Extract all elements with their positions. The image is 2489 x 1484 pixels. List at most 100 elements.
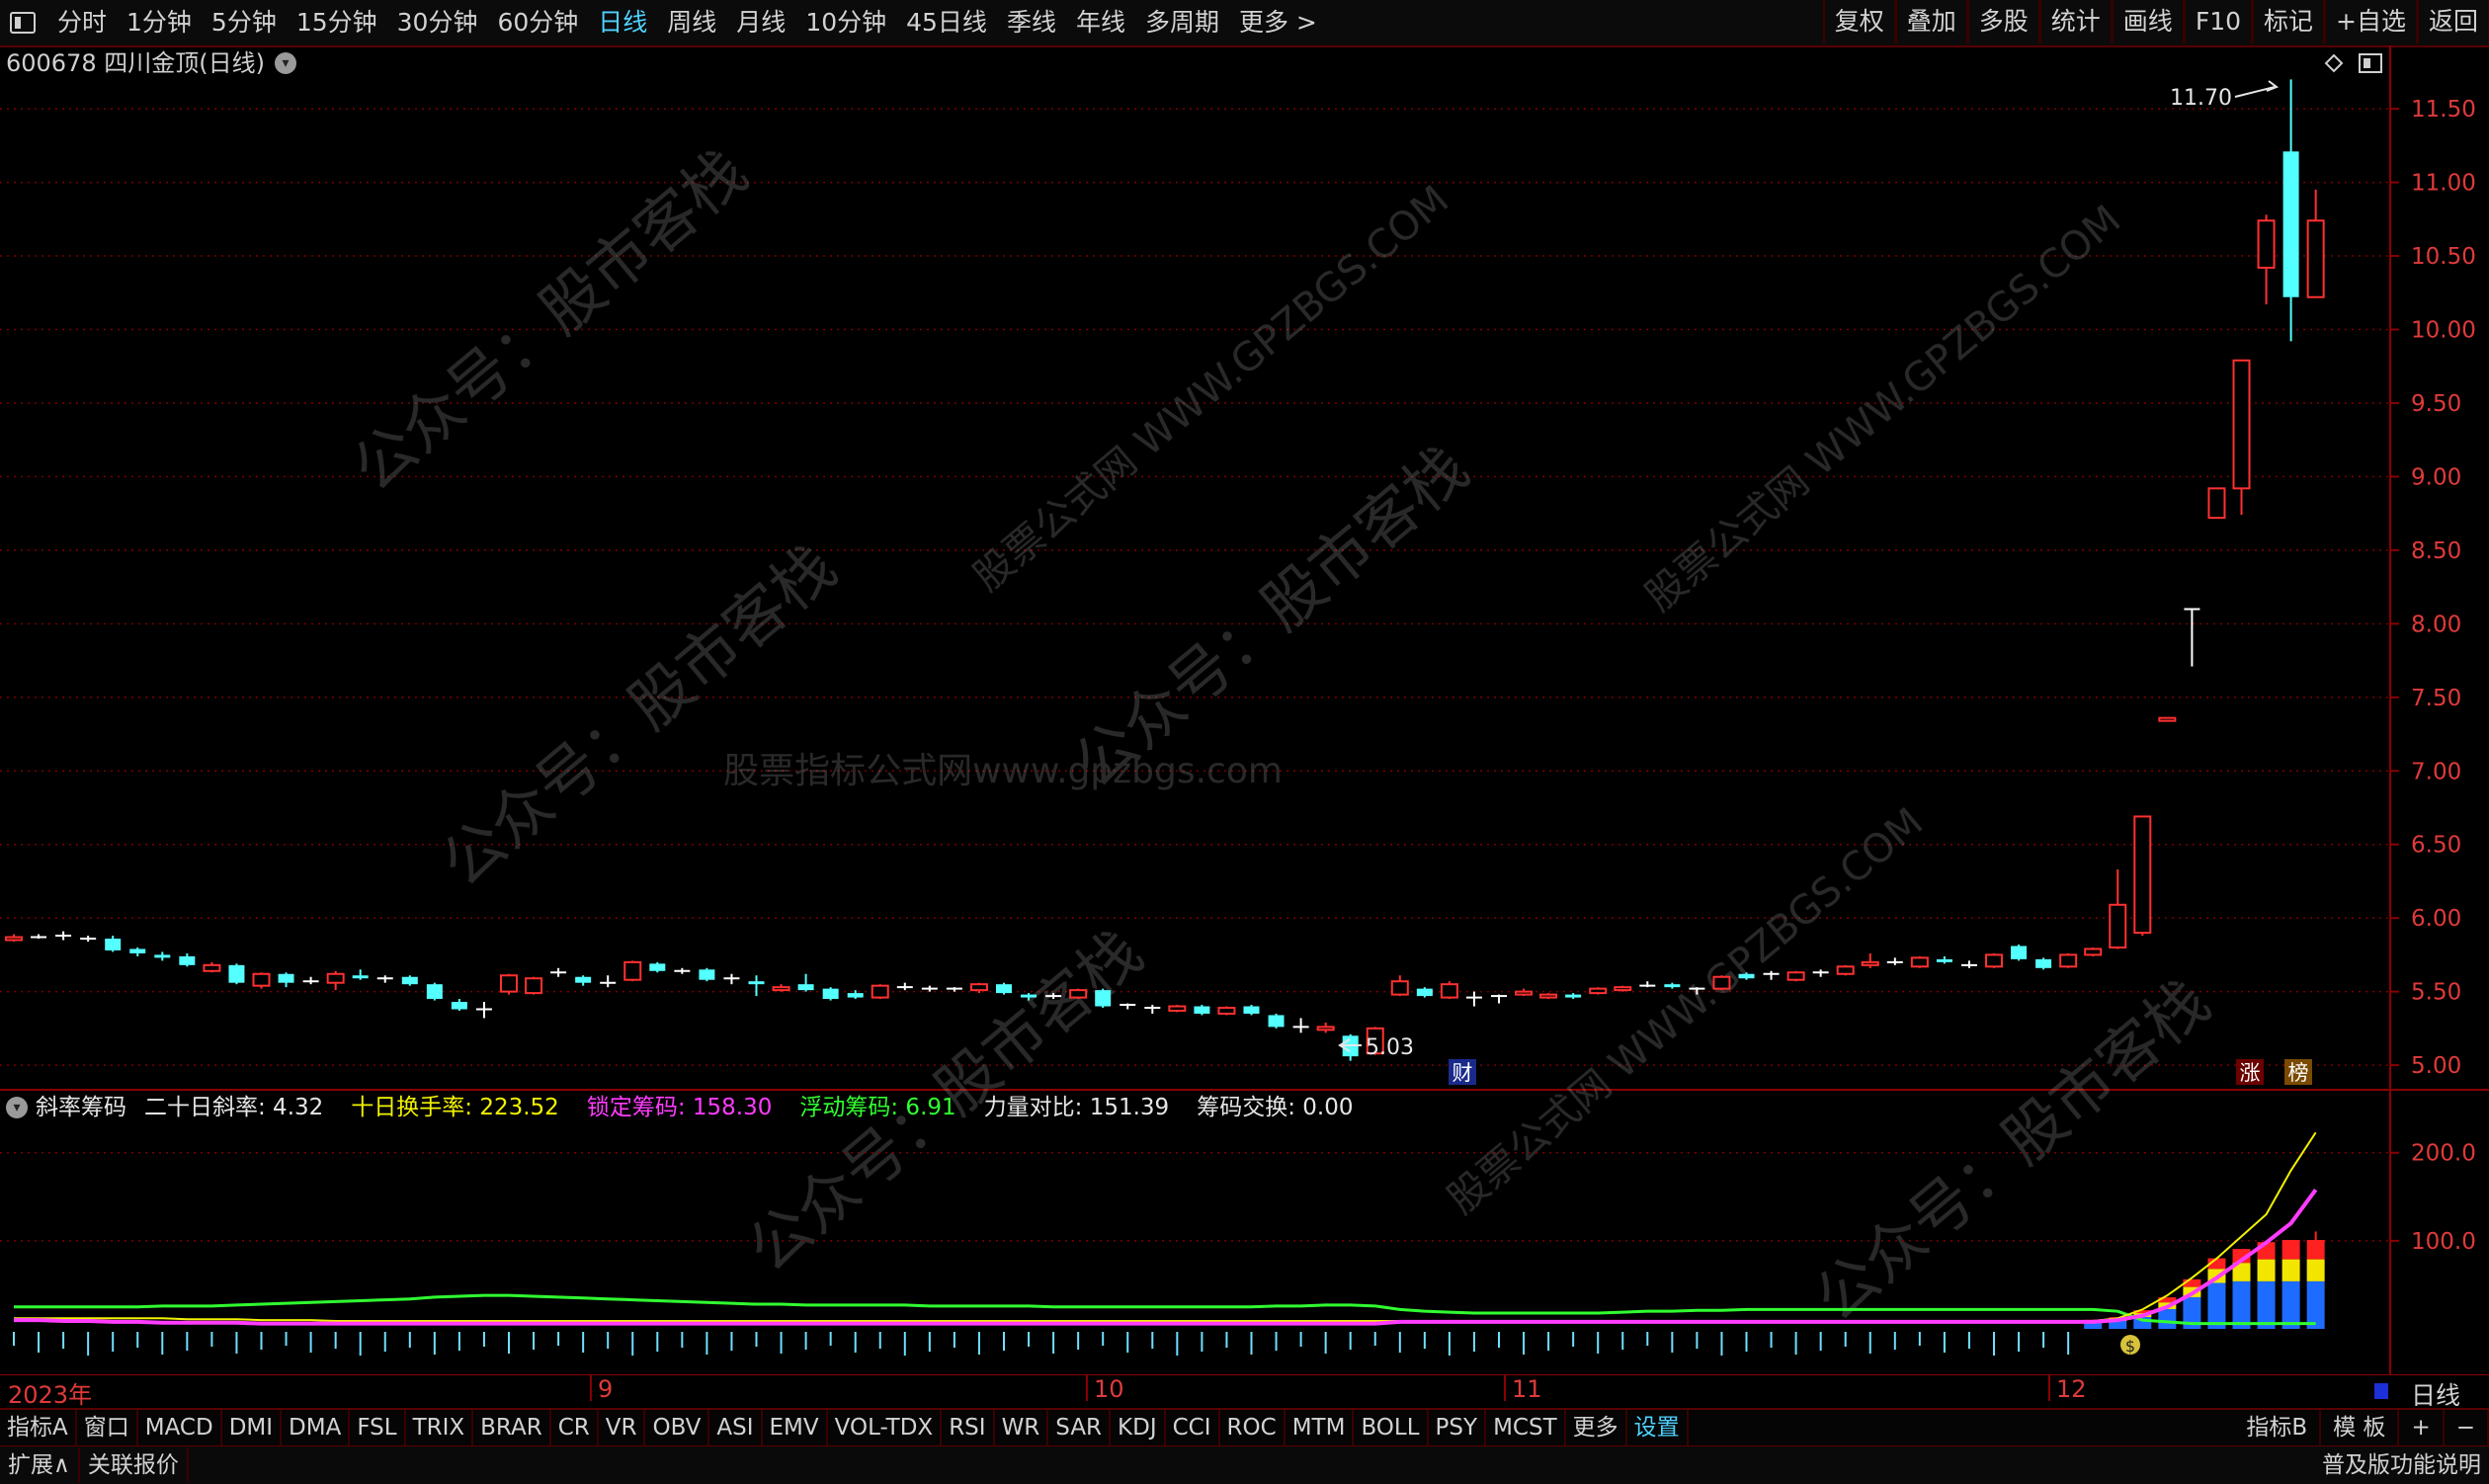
price-axis-label: 11.00 (2411, 171, 2476, 197)
help-link[interactable]: 普及版功能说明 (2322, 1446, 2481, 1484)
indicator-tab[interactable]: MACD (138, 1410, 222, 1445)
indicator-tab[interactable]: MCST (1486, 1410, 1566, 1445)
indicator-tab[interactable]: SAR (1048, 1410, 1112, 1445)
candle (352, 969, 369, 980)
candle-body (1985, 953, 2003, 968)
indicator-bar (2257, 1242, 2276, 1329)
price-axis-label: 10.00 (2411, 317, 2476, 343)
indicator-tab[interactable]: 窗口 (77, 1410, 138, 1445)
indicator-tab[interactable]: RSI (942, 1410, 995, 1445)
toolbar-button[interactable]: +自选 (2324, 0, 2417, 43)
indicator-tab[interactable]: MTM (1286, 1410, 1355, 1445)
indicator-axis-label: 200.0 (2411, 1141, 2476, 1167)
indicator-tab[interactable]: ROC (1220, 1410, 1286, 1445)
candle-body (228, 964, 245, 983)
indicator-tab[interactable]: 更多 (1566, 1410, 1627, 1445)
period-tab[interactable]: 年线 (1066, 0, 1135, 45)
period-tab[interactable]: 45日线 (896, 0, 997, 45)
indicator-tab[interactable]: WR (995, 1410, 1049, 1445)
status-button[interactable]: 扩展∧ (0, 1447, 80, 1483)
toolbar-button[interactable]: 统计 (2038, 0, 2112, 43)
indicator-tab[interactable]: CCI (1166, 1410, 1220, 1445)
toolbar-button[interactable]: 叠加 (1894, 0, 1967, 43)
candle (1069, 988, 1088, 1000)
indicator-tab[interactable]: CR (551, 1410, 599, 1445)
toolbar-right-buttons: 复权 叠加 多股 统计 画线 F10 标记 +自选 返回 (1822, 0, 2489, 45)
indicator-tab[interactable]: DMI (222, 1410, 283, 1445)
candle-body (352, 975, 369, 979)
limit-up-tag[interactable]: 涨 (2236, 1059, 2264, 1085)
period-tab[interactable]: 日线 (588, 0, 657, 45)
indicator-tab-right[interactable]: 模 板 (2321, 1410, 2400, 1445)
bar-segment (2282, 1239, 2300, 1260)
period-tab[interactable]: 60分钟 (487, 0, 588, 45)
period-tab[interactable]: 15分钟 (287, 0, 387, 45)
candle (896, 982, 913, 991)
candle (1168, 1005, 1187, 1013)
period-tab[interactable]: 1分钟 (117, 0, 202, 45)
candle (401, 975, 418, 986)
indicator-tab[interactable]: DMA (282, 1410, 351, 1445)
diamond-icon[interactable] (2324, 53, 2344, 73)
indicator-tab[interactable]: BOLL (1354, 1410, 1429, 1445)
candle-body (2306, 219, 2325, 298)
month-divider (2048, 1375, 2050, 1401)
candle-body (1194, 1006, 1210, 1014)
candle-body (649, 963, 666, 971)
period-tab[interactable]: 多周期 (1135, 0, 1229, 45)
indicator-tab[interactable]: FSL (350, 1410, 406, 1445)
indicator-tab[interactable]: KDJ (1111, 1410, 1166, 1445)
finance-tag[interactable]: 财 (1449, 1059, 1476, 1085)
candle-body (203, 963, 221, 972)
period-tab[interactable]: 更多 > (1229, 0, 1327, 45)
toolbar-button[interactable]: 返回 (2416, 0, 2489, 43)
candle-body (2207, 487, 2226, 520)
candle-body (1316, 1026, 1335, 1031)
candle-body (451, 1002, 467, 1010)
indicator-tab-right[interactable]: − (2445, 1410, 2489, 1445)
panel-toggle-icon[interactable] (2359, 53, 2382, 73)
toolbar-button[interactable]: 画线 (2111, 0, 2184, 43)
indicator-tab[interactable]: EMV (763, 1410, 828, 1445)
dragon-tiger-tag[interactable]: 榜 (2284, 1059, 2312, 1085)
status-button[interactable]: 关联报价 (80, 1447, 189, 1483)
indicator-tab[interactable]: PSY (1429, 1410, 1487, 1445)
indicator-tab[interactable]: 设置 (1627, 1410, 1689, 1445)
indicator-tab[interactable]: ASI (709, 1410, 763, 1445)
indicator-tab[interactable]: 指标A (0, 1410, 77, 1445)
period-tab[interactable]: 周线 (657, 0, 726, 45)
period-tab[interactable]: 30分钟 (387, 0, 488, 45)
kline-chart[interactable]: 股票指标公式网www.gpzbgs.com 公众号：股市客栈 公众号：股市客栈 … (0, 45, 2489, 1375)
month-divider (590, 1375, 592, 1401)
candle (475, 1002, 492, 1019)
scroll-indicator[interactable] (2374, 1383, 2388, 1399)
toolbar-button[interactable]: 复权 (1822, 0, 1895, 43)
limit-up-tag-label: 涨 (2240, 1061, 2261, 1085)
period-tab[interactable]: 季线 (997, 0, 1066, 45)
toolbar-button[interactable]: 标记 (2252, 0, 2325, 43)
candle-body (252, 972, 271, 987)
period-tab[interactable]: 分时 (47, 0, 117, 45)
candle (1910, 955, 1929, 968)
candle-body (1217, 1007, 1236, 1015)
toolbar-button[interactable]: F10 (2183, 0, 2253, 43)
toolbar-button[interactable]: 多股 (1966, 0, 2039, 43)
indicator-tab[interactable]: TRIX (406, 1410, 474, 1445)
indicator-tab[interactable]: VOL-TDX (828, 1410, 943, 1445)
period-tab[interactable]: 5分钟 (202, 0, 287, 45)
candle (1292, 1018, 1309, 1033)
period-tab[interactable]: 月线 (726, 0, 795, 45)
indicator-tab[interactable]: OBV (645, 1410, 710, 1445)
candle (1515, 988, 1534, 997)
candle-body (2282, 151, 2299, 297)
window-icon[interactable] (10, 12, 36, 34)
bar-segment (2282, 1280, 2300, 1329)
indicator-tab[interactable]: BRAR (473, 1410, 551, 1445)
candle (1268, 1013, 1285, 1029)
period-tab[interactable]: 10分钟 (795, 0, 896, 45)
candle (1120, 1003, 1136, 1010)
chevron-down-icon[interactable]: ▾ (6, 1097, 28, 1118)
indicator-tab-right[interactable]: 指标B (2234, 1410, 2322, 1445)
indicator-tab-right[interactable]: + (2399, 1410, 2445, 1445)
indicator-tab[interactable]: VR (599, 1410, 646, 1445)
